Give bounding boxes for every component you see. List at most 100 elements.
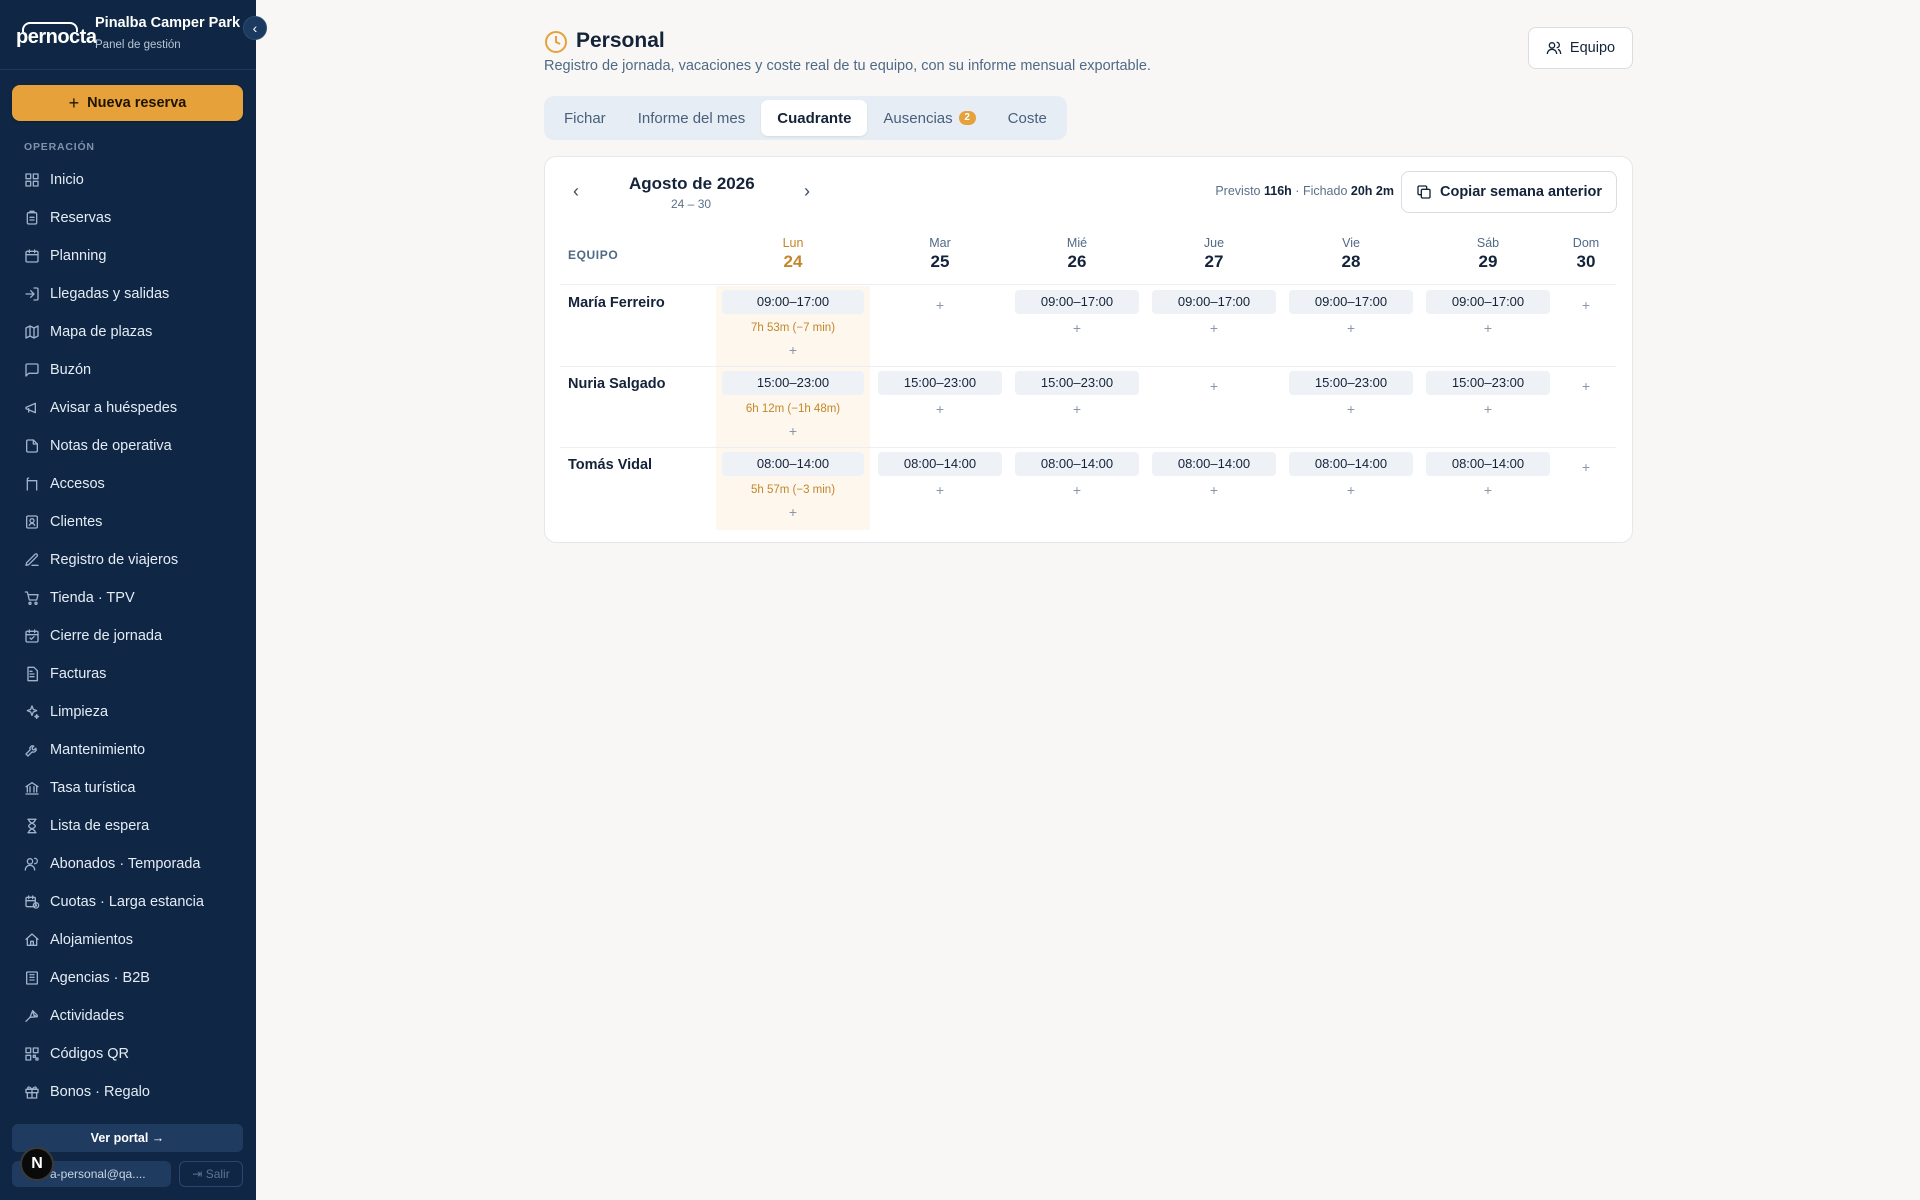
add-shift-button[interactable]: + <box>1576 298 1596 312</box>
shift-chip[interactable]: 08:00–14:00 <box>1152 452 1276 476</box>
sidebar-item-label: Actividades <box>50 1008 125 1024</box>
sidebar-item-actividades[interactable]: Actividades <box>12 997 244 1035</box>
logo-text: pernocta <box>16 26 97 48</box>
sidebar-item-tasa-turistica[interactable]: Tasa turística <box>12 769 244 807</box>
tab-label: Coste <box>1007 109 1047 127</box>
tab-cuadrante[interactable]: Cuadrante <box>761 100 868 136</box>
sidebar-item-reservas[interactable]: Reservas <box>12 199 244 237</box>
hourglass-icon <box>24 818 40 834</box>
tab-informe-del-mes[interactable]: Informe del mes <box>622 100 762 136</box>
chevron-left-icon: ‹ <box>573 181 579 201</box>
add-shift-button[interactable]: + <box>930 298 950 312</box>
add-shift-button[interactable]: + <box>1067 402 1087 416</box>
login-icon <box>24 286 40 302</box>
message-icon <box>24 362 40 378</box>
logout-button[interactable]: ⇥ Salir <box>179 1161 243 1187</box>
sidebar-item-abonados-temporada[interactable]: Abonados · Temporada <box>12 845 244 883</box>
shift-chip[interactable]: 15:00–23:00 <box>1015 371 1139 395</box>
shift-chip[interactable]: 09:00–17:00 <box>1015 290 1139 314</box>
add-shift-button[interactable]: + <box>783 343 803 357</box>
sidebar-item-buzon[interactable]: Buzón <box>12 351 244 389</box>
add-shift-button[interactable]: + <box>930 402 950 416</box>
sidebar-item-label: Buzón <box>50 362 92 378</box>
add-shift-button[interactable]: + <box>1067 321 1087 335</box>
day-header-29: Sáb 29 <box>1438 236 1538 272</box>
sidebar-item-avisar-a-huespedes[interactable]: Avisar a huéspedes <box>12 389 244 427</box>
worked-hours: 7h 53m (−7 min) <box>750 322 836 334</box>
sidebar-item-notas-de-operativa[interactable]: Notas de operativa <box>12 427 244 465</box>
tab-ausencias[interactable]: Ausencias 2 <box>867 100 991 136</box>
next-week-button[interactable]: › <box>797 181 817 201</box>
shift-chip[interactable]: 09:00–17:00 <box>1289 290 1413 314</box>
sidebar-item-alojamientos[interactable]: Alojamientos <box>12 921 244 959</box>
add-shift-button[interactable]: + <box>1067 483 1087 497</box>
sidebar-item-label: Clientes <box>50 514 103 530</box>
add-shift-button[interactable]: + <box>1576 460 1596 474</box>
shift-chip[interactable]: 08:00–14:00 <box>722 452 864 476</box>
add-shift-button[interactable]: + <box>1204 321 1224 335</box>
add-shift-button[interactable]: + <box>783 424 803 438</box>
shift-chip[interactable]: 08:00–14:00 <box>1426 452 1550 476</box>
page-subtitle: Registro de jornada, vacaciones y coste … <box>544 58 1151 74</box>
new-reservation-button[interactable]: + Nueva reserva <box>12 85 243 121</box>
add-shift-button[interactable]: + <box>1478 483 1498 497</box>
sidebar-item-cierre-de-jornada[interactable]: Cierre de jornada <box>12 617 244 655</box>
shift-chip[interactable]: 08:00–14:00 <box>878 452 1002 476</box>
shift-chip[interactable]: 09:00–17:00 <box>1152 290 1276 314</box>
month-title: Agosto de 2026 <box>629 174 755 193</box>
sidebar-item-agencias-b2b[interactable]: Agencias · B2B <box>12 959 244 997</box>
sidebar-item-bonos-regalo[interactable]: Bonos · Regalo <box>12 1073 244 1111</box>
sidebar-item-label: Lista de espera <box>50 818 150 834</box>
sidebar-item-facturas[interactable]: Facturas <box>12 655 244 693</box>
sidebar-item-tienda-tpv[interactable]: Tienda · TPV <box>12 579 244 617</box>
shift-chip[interactable]: 15:00–23:00 <box>1426 371 1550 395</box>
sidebar-item-accesos[interactable]: Accesos <box>12 465 244 503</box>
tab-coste[interactable]: Coste <box>992 100 1063 136</box>
sidebar-item-mapa-de-plazas[interactable]: Mapa de plazas <box>12 313 244 351</box>
shift-chip[interactable]: 15:00–23:00 <box>1289 371 1413 395</box>
sidebar-item-clientes[interactable]: Clientes <box>12 503 244 541</box>
sidebar-item-inicio[interactable]: Inicio <box>12 161 244 199</box>
add-shift-button[interactable]: + <box>1204 483 1224 497</box>
collapse-sidebar-button[interactable]: ‹ <box>243 16 267 40</box>
copy-previous-week-button[interactable]: Copiar semana anterior <box>1401 171 1617 213</box>
add-shift-button[interactable]: + <box>1478 402 1498 416</box>
sidebar-item-label: Mapa de plazas <box>50 324 153 340</box>
sidebar-item-codigos-qr[interactable]: Códigos QR <box>12 1035 244 1073</box>
prev-week-button[interactable]: ‹ <box>566 181 586 201</box>
add-shift-button[interactable]: + <box>1478 321 1498 335</box>
shift-chip[interactable]: 09:00–17:00 <box>722 290 864 314</box>
sidebar-item-mantenimiento[interactable]: Mantenimiento <box>12 731 244 769</box>
pernocta-logo[interactable]: pernocta <box>16 22 97 50</box>
sidebar-item-cuotas-larga-estancia[interactable]: Cuotas · Larga estancia <box>12 883 244 921</box>
shift-chip[interactable]: 08:00–14:00 <box>1015 452 1139 476</box>
shift-chip[interactable]: 15:00–23:00 <box>722 371 864 395</box>
sidebar-item-registro-de-viajeros[interactable]: Registro de viajeros <box>12 541 244 579</box>
sidebar-item-planning[interactable]: Planning <box>12 237 244 275</box>
shift-chip[interactable]: 15:00–23:00 <box>878 371 1002 395</box>
add-shift-button[interactable]: + <box>1204 379 1224 393</box>
sidebar-item-label: Planning <box>50 248 107 264</box>
tab-fichar[interactable]: Fichar <box>548 100 622 136</box>
building-icon <box>24 970 40 986</box>
add-shift-button[interactable]: + <box>1341 321 1361 335</box>
avatar[interactable]: N <box>20 1147 54 1181</box>
shift-chip[interactable]: 09:00–17:00 <box>1426 290 1550 314</box>
sidebar-item-lista-de-espera[interactable]: Lista de espera <box>12 807 244 845</box>
tab-label: Fichar <box>564 109 606 127</box>
add-shift-button[interactable]: + <box>930 483 950 497</box>
add-shift-button[interactable]: + <box>1341 402 1361 416</box>
calendar-icon <box>24 248 40 264</box>
view-portal-button[interactable]: Ver portal → <box>12 1124 243 1152</box>
brand-header: pernocta Pinalba Camper Park Panel de ge… <box>0 0 256 70</box>
day-number: 28 <box>1341 252 1361 271</box>
team-button[interactable]: Equipo <box>1528 27 1633 69</box>
absences-count-badge: 2 <box>958 111 976 125</box>
shift-chip[interactable]: 08:00–14:00 <box>1289 452 1413 476</box>
add-shift-button[interactable]: + <box>1341 483 1361 497</box>
sidebar-item-llegadas-y-salidas[interactable]: Llegadas y salidas <box>12 275 244 313</box>
add-shift-button[interactable]: + <box>783 505 803 519</box>
add-shift-button[interactable]: + <box>1576 379 1596 393</box>
sidebar-item-limpieza[interactable]: Limpieza <box>12 693 244 731</box>
sidebar-item-label: Abonados · Temporada <box>50 856 201 872</box>
